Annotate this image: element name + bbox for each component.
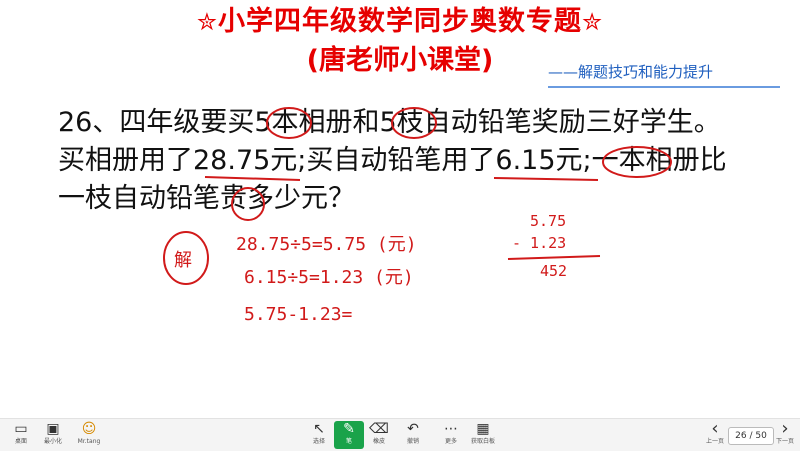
ink-underline [204,176,301,181]
select-icon: ↖ [313,421,325,437]
page-indicator[interactable]: 26 / 50 [728,427,774,445]
whiteboard-button[interactable]: ▦ 获取白板 [468,421,498,449]
vertical-result: 452 [540,262,568,280]
undo-icon: ↶ [407,421,419,437]
work-step3: 5.75-1.23= [244,304,353,325]
bottom-toolbar: ▭ 桌面 ▣ 最小化 ☺ Mr.tang ↖ 选择 ✎ 笔 ⌫ 橡皮 ↶ 撤销 … [0,418,800,451]
ink-vertical-line [507,255,601,260]
prev-page-button[interactable]: ‹ 上一页 [700,418,730,449]
ink-circle [266,107,312,139]
whiteboard-icon: ▦ [476,421,490,437]
work-step2: 6.15÷5=1.23 (元) [244,267,414,288]
eraser-tool-button[interactable]: ⌫ 橡皮 [364,421,394,449]
answer-mark: 解 [174,250,192,271]
vertical-sub: - 1.23 [512,234,567,252]
eraser-icon: ⌫ [369,421,389,437]
more-icon: ⋯ [444,421,458,437]
minimize-icon: ▣ [46,421,60,437]
chevron-right-icon: › [781,418,789,439]
chevron-left-icon: ‹ [711,418,719,439]
ink-underline [493,177,599,181]
user-button[interactable]: ☺ Mr.tang [74,421,104,449]
pen-icon: ✎ [343,421,355,437]
select-tool-button[interactable]: ↖ 选择 [304,421,334,449]
more-button[interactable]: ⋯ 更多 [436,421,466,449]
next-page-button[interactable]: › 下一页 [770,418,800,449]
work-step1: 28.75÷5=5.75 (元) [236,234,417,255]
ink-circle [602,146,672,178]
pen-tool-button[interactable]: ✎ 笔 [334,421,364,449]
vertical-top: 5.75 [530,212,567,230]
desktop-button[interactable]: ▭ 桌面 [6,421,36,449]
ink-circle [231,187,265,221]
ink-circle [391,107,437,139]
avatar-icon: ☺ [81,421,97,437]
undo-button[interactable]: ↶ 撤销 [398,421,428,449]
minimize-button[interactable]: ▣ 最小化 [38,421,68,449]
ink-annotations [163,107,672,285]
screen-icon: ▭ [14,421,28,437]
